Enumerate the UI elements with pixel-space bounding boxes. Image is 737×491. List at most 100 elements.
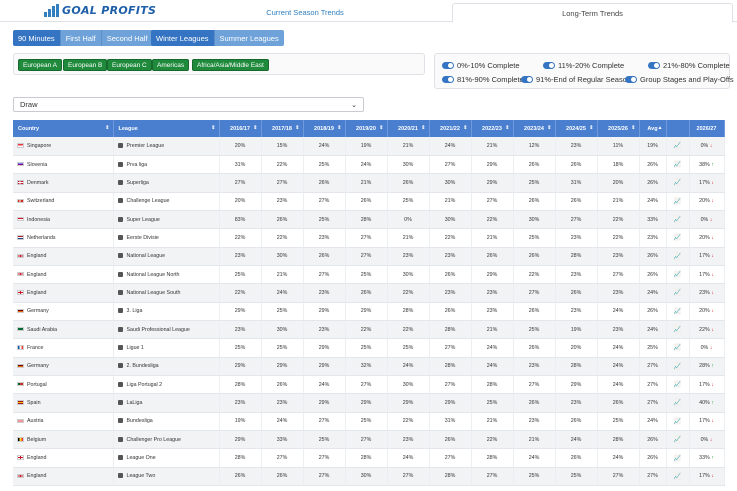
column-header-2017-18[interactable]: 2017/18 ⇕ [261,120,304,137]
sort-icon[interactable]: ⇕ [463,125,467,131]
league-name[interactable]: Prva liga [127,162,148,168]
league-name[interactable]: National League South [127,290,181,296]
region-americas-button[interactable]: Americas [152,59,190,71]
region-european-b-button[interactable]: European B [63,59,108,71]
tab-long-term-trends[interactable]: Long-Term Trends [452,3,733,23]
chart-cell[interactable]: 📈 [666,357,690,376]
line-chart-icon[interactable]: 📈 [674,272,681,278]
chart-cell[interactable]: 📈 [666,467,690,487]
line-chart-icon[interactable]: 📈 [674,180,681,186]
league-cell[interactable]: Prva liga [113,155,220,175]
column-header-2025-26[interactable]: 2025/26 ⇕ [597,120,640,137]
league-cell[interactable]: National League North [113,265,220,285]
league-cell[interactable]: League One [113,448,220,468]
90-minutes-button[interactable]: 90 Minutes [13,30,61,46]
table-row[interactable]: England National League North 25% 21% 27% 25%… [13,265,725,285]
column-header-2022-23[interactable]: 2022/23 ⇕ [471,120,514,137]
region-africa-asia-me-button[interactable]: Africa/Asia/Middle East [192,59,269,71]
league-cell[interactable]: National League South [113,283,220,303]
line-chart-icon[interactable]: 📈 [674,235,681,241]
toggle-switch-icon[interactable] [442,62,454,69]
sort-icon[interactable]: ⇕ [253,125,257,131]
toggle-21-80[interactable]: 21%-80% Complete [648,61,730,70]
league-name[interactable]: Ligue 1 [127,345,144,351]
league-cell[interactable]: National League [113,247,220,266]
table-row[interactable]: Denmark Superliga 27% 27% 26% 21% 26% 30% 29% 25%… [13,173,725,193]
column-header-2016-17[interactable]: 2016/17 ⇕ [219,120,262,137]
line-chart-icon[interactable]: 📈 [674,199,681,205]
league-cell[interactable]: LaLiga [113,393,220,413]
league-name[interactable]: 3. Liga [127,308,143,314]
toggle-switch-icon[interactable] [625,76,637,83]
toggle-0-10[interactable]: 0%-10% Complete [442,61,520,70]
table-row[interactable]: France Ligue 1 25% 25% 29% 25% 25% 27% 24% 26% 20%… [13,338,725,358]
league-name[interactable]: LaLiga [127,400,143,406]
sort-icon[interactable]: ⇕ [589,125,593,131]
line-chart-icon[interactable]: 📈 [674,364,681,370]
line-chart-icon[interactable]: 📈 [674,143,681,149]
chart-cell[interactable]: 📈 [666,320,690,340]
table-row[interactable]: Germany 3. Liga 29% 25% 29% 29% 28% 26% 23% 26% 23… [13,302,725,321]
line-chart-icon[interactable]: 📈 [674,290,681,296]
sort-icon[interactable]: ⇕ [295,125,299,131]
sort-icon[interactable]: ⇕ [379,125,383,131]
market-select[interactable]: Draw ⌄ [13,97,364,112]
sort-icon[interactable]: ⇕ [105,125,109,131]
table-row[interactable]: Spain LaLiga 23% 23% 29% 29% 29% 29% 25% 26% 23% 26… [13,393,725,413]
summer-leagues-button[interactable]: Summer Leagues [214,30,284,46]
league-name[interactable]: Superliga [127,180,149,186]
league-name[interactable]: Challenger Pro League [127,437,181,443]
column-header-2021-22[interactable]: 2021/22 ⇕ [429,120,472,137]
column-header-2019-20[interactable]: 2019/20 ⇕ [345,120,388,137]
column-header-2020-21[interactable]: 2020/21 ⇕ [387,120,430,137]
table-row[interactable]: Slovenia Prva liga 31% 22% 25% 24% 30% 27% 29% 26… [13,155,725,175]
table-row[interactable]: Saudi Arabia Saudi Professional League 23%… [13,320,725,340]
league-name[interactable]: League Two [127,473,156,479]
column-header-chart[interactable] [666,120,690,137]
line-chart-icon[interactable]: 📈 [674,474,681,480]
table-row[interactable]: England National League 23% 30% 26% 27% 23% 23%… [13,247,725,266]
line-chart-icon[interactable]: 📈 [674,419,681,425]
column-header-2026-27[interactable]: 2026/27 [689,120,725,137]
league-name[interactable]: Liga Portugal 2 [127,382,163,388]
chart-cell[interactable]: 📈 [666,338,690,358]
league-cell[interactable]: Premier League [113,137,220,156]
league-name[interactable]: Challenge League [127,198,170,204]
sort-icon[interactable]: ▲ [658,125,663,131]
table-row[interactable]: Austria Bundesliga 19% 24% 27% 25% 22% 31% 21% 23… [13,412,725,432]
toggle-switch-icon[interactable] [543,62,555,69]
table-row[interactable]: Portugal Liga Portugal 2 28% 26% 24% 27% 30% 27… [13,375,725,395]
toggle-81-90[interactable]: 81%-90% Complete [442,75,524,84]
region-european-c-button[interactable]: European C [107,59,152,71]
column-header-avg[interactable]: Avg ▲ [639,120,667,137]
chart-cell[interactable]: 📈 [666,393,690,413]
chart-cell[interactable]: 📈 [666,155,690,175]
league-cell[interactable]: 3. Liga [113,302,220,321]
league-cell[interactable]: Super League [113,210,220,230]
sort-icon[interactable]: ⇕ [631,125,635,131]
league-name[interactable]: Saudi Professional League [127,327,190,333]
chart-cell[interactable]: 📈 [666,247,690,266]
toggle-group-stages[interactable]: Group Stages and Play-Offs [625,75,734,84]
league-name[interactable]: Eerste Divisie [127,235,159,241]
league-name[interactable]: Premier League [127,143,165,149]
league-name[interactable]: Super League [127,217,160,223]
league-name[interactable]: League One [127,455,156,461]
sort-icon[interactable]: ⇕ [547,125,551,131]
toggle-11-20[interactable]: 11%-20% Complete [543,61,624,70]
league-cell[interactable]: Liga Portugal 2 [113,375,220,395]
league-cell[interactable]: League Two [113,467,220,487]
first-half-button[interactable]: First Half [60,30,102,46]
column-header-2024-25[interactable]: 2024/25 ⇕ [555,120,598,137]
chart-cell[interactable]: 📈 [666,210,690,230]
line-chart-icon[interactable]: 📈 [674,437,681,443]
table-row[interactable]: England League Two 26% 26% 27% 30% 27% 28% 27% 25… [13,467,725,487]
line-chart-icon[interactable]: 📈 [674,345,681,351]
league-cell[interactable]: Challenger Pro League [113,430,220,450]
league-name[interactable]: National League North [127,272,180,278]
league-cell[interactable]: Ligue 1 [113,338,220,358]
column-header-2023-24[interactable]: 2023/24 ⇕ [513,120,556,137]
league-cell[interactable]: Eerste Divisie [113,228,220,248]
chart-cell[interactable]: 📈 [666,228,690,248]
line-chart-icon[interactable]: 📈 [674,327,681,333]
